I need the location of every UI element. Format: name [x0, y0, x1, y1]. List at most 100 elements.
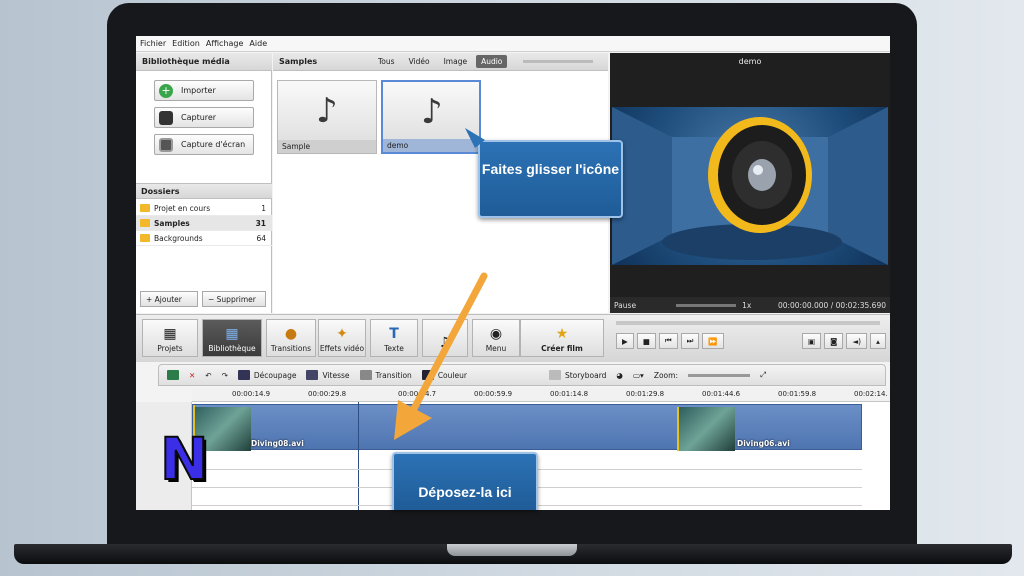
- library-footer: + Ajouter − Supprimer: [140, 291, 266, 307]
- sample-thumbnail[interactable]: ♪ Sample: [277, 80, 377, 154]
- menu-edition[interactable]: Edition: [172, 39, 200, 48]
- drag-callout: Faites glisser l'icône: [478, 140, 623, 218]
- channel-logo: N: [159, 425, 210, 493]
- transitions-button[interactable]: ● Transitions: [266, 319, 316, 357]
- import-button[interactable]: + Importer: [154, 80, 254, 101]
- menu-fichier[interactable]: Fichier: [140, 39, 166, 48]
- redo-icon[interactable]: ↷: [222, 371, 228, 380]
- create-film-button[interactable]: ★ Créer film: [520, 319, 604, 357]
- view-controls: ▣ ◙ ◄) ▴: [802, 333, 886, 349]
- zoom-label: Zoom:: [653, 370, 678, 380]
- plus-icon: +: [159, 83, 173, 98]
- screen-capture-label: Capture d'écran: [181, 140, 246, 149]
- preview-title: demo: [738, 57, 762, 66]
- folder-item[interactable]: Projet en cours 1: [136, 201, 272, 216]
- callout-pointer: [465, 128, 485, 148]
- speed-tool[interactable]: Vitesse: [306, 370, 350, 380]
- playback-status-bar: Pause 1x 00:00:00.000 / 00:02:35.690: [610, 297, 890, 313]
- undo-icon[interactable]: ↶: [205, 371, 211, 380]
- folder-count: 31: [255, 218, 266, 228]
- play-button[interactable]: ▶: [616, 333, 634, 349]
- menu-affichage[interactable]: Affichage: [206, 39, 244, 48]
- fullscreen-icon[interactable]: ▣: [802, 333, 822, 349]
- folder-name: Samples: [154, 218, 190, 228]
- volume-icon[interactable]: ◄): [846, 333, 868, 349]
- snapshot-icon[interactable]: ◙: [824, 333, 844, 349]
- add-track-icon[interactable]: [167, 370, 179, 380]
- capture-label: Capturer: [181, 113, 217, 122]
- voice-icon[interactable]: ◕: [616, 371, 623, 380]
- projects-label: Projets: [157, 344, 183, 353]
- menu-arrow-icon[interactable]: ▴: [870, 333, 886, 349]
- forward-button[interactable]: ⏩: [702, 333, 724, 349]
- folder-icon: [140, 204, 150, 212]
- trim-tool[interactable]: Découpage: [237, 370, 297, 380]
- preview-panel: demo Pause 1x 00:00:00.000 / 00:02:35.69…: [610, 53, 890, 313]
- tab-audio[interactable]: Audio: [476, 55, 508, 68]
- delete-icon[interactable]: ✕: [189, 371, 195, 380]
- menu-aide[interactable]: Aide: [249, 39, 267, 48]
- speed-label: Vitesse: [322, 370, 350, 380]
- ruler-tick: 00:02:14.: [854, 390, 888, 398]
- import-label: Importer: [181, 86, 216, 95]
- library-label: Bibliothèque: [208, 344, 256, 353]
- next-button[interactable]: ⏭: [680, 333, 700, 349]
- laptop-notch: [447, 544, 577, 556]
- folders-title: Dossiers: [136, 183, 272, 199]
- tab-all[interactable]: Tous: [373, 55, 400, 68]
- folder-icon: [140, 234, 150, 242]
- thumbnail-size-slider[interactable]: [523, 60, 594, 63]
- time-readout: 00:00:00.000 / 00:02:35.690: [777, 300, 886, 310]
- ruler-tick: 00:01:14.8: [550, 390, 589, 398]
- playback-speed: 1x: [742, 300, 752, 310]
- transition-icon: [359, 370, 372, 380]
- camera-icon: [159, 110, 173, 125]
- folder-item[interactable]: Samples 31: [136, 216, 272, 231]
- volume-slider[interactable]: [676, 303, 737, 307]
- music-note-icon: ♪: [316, 91, 338, 131]
- video-effects-button[interactable]: ✦ Effets vidéo: [318, 319, 366, 357]
- video-effects-label: Effets vidéo: [319, 344, 365, 353]
- clip-thumbnail: [677, 407, 735, 451]
- transitions-icon: ●: [284, 326, 298, 342]
- storyboard-toggle[interactable]: Storyboard: [548, 370, 606, 380]
- tab-image[interactable]: Image: [439, 55, 473, 68]
- drop-callout-text: Déposez-la ici: [418, 484, 512, 500]
- zoom-slider[interactable]: [687, 373, 750, 377]
- drag-callout-text: Faites glisser l'icône: [481, 161, 620, 177]
- remove-folder-button[interactable]: − Supprimer: [202, 291, 266, 307]
- library-title: Bibliothèque média: [136, 53, 272, 71]
- speaker-icon: [612, 107, 888, 265]
- menu-bar: Fichier Edition Affichage Aide: [136, 36, 890, 52]
- playback-status: Pause: [614, 300, 637, 310]
- folder-icon: [140, 219, 150, 227]
- display-icon[interactable]: ▭▾: [633, 371, 644, 380]
- projects-button[interactable]: ▦ Projets: [142, 319, 198, 357]
- seek-bar[interactable]: [616, 321, 880, 325]
- capture-button[interactable]: Capturer: [154, 107, 254, 128]
- transitions-label: Transitions: [270, 344, 312, 353]
- folder-name: Backgrounds: [154, 233, 203, 243]
- prev-button[interactable]: ⏮: [658, 333, 678, 349]
- ruler-tick: 00:00:29.8: [308, 390, 347, 398]
- trim-label: Découpage: [253, 370, 297, 380]
- sample-name: Sample: [278, 140, 376, 153]
- add-folder-button[interactable]: + Ajouter: [140, 291, 198, 307]
- timeline-ruler: 00:00:14.9 00:00:29.8 00:00:44.7 00:00:5…: [192, 388, 890, 402]
- storyboard-icon: [548, 370, 561, 380]
- clapperboard-icon: ▦: [163, 326, 177, 342]
- video-track[interactable]: Diving08.avi Diving06.avi: [192, 404, 862, 451]
- speed-icon: [306, 370, 319, 380]
- effects-icon: ✦: [336, 326, 348, 342]
- create-film-label: Créer film: [541, 344, 583, 353]
- app-screen: Fichier Edition Affichage Aide Bibliothè…: [136, 36, 890, 510]
- ruler-tick: 00:00:14.9: [232, 390, 271, 398]
- preview-video: [612, 107, 888, 265]
- folder-item[interactable]: Backgrounds 64: [136, 231, 272, 246]
- player-controls: ▶ ■ ⏮ ⏭ ⏩: [616, 333, 724, 349]
- fit-icon[interactable]: ⤢: [760, 370, 766, 380]
- stop-button[interactable]: ■: [636, 333, 656, 349]
- tab-video[interactable]: Vidéo: [404, 55, 435, 68]
- screen-capture-button[interactable]: Capture d'écran: [154, 134, 254, 155]
- library-button[interactable]: ▦ Bibliothèque: [202, 319, 262, 357]
